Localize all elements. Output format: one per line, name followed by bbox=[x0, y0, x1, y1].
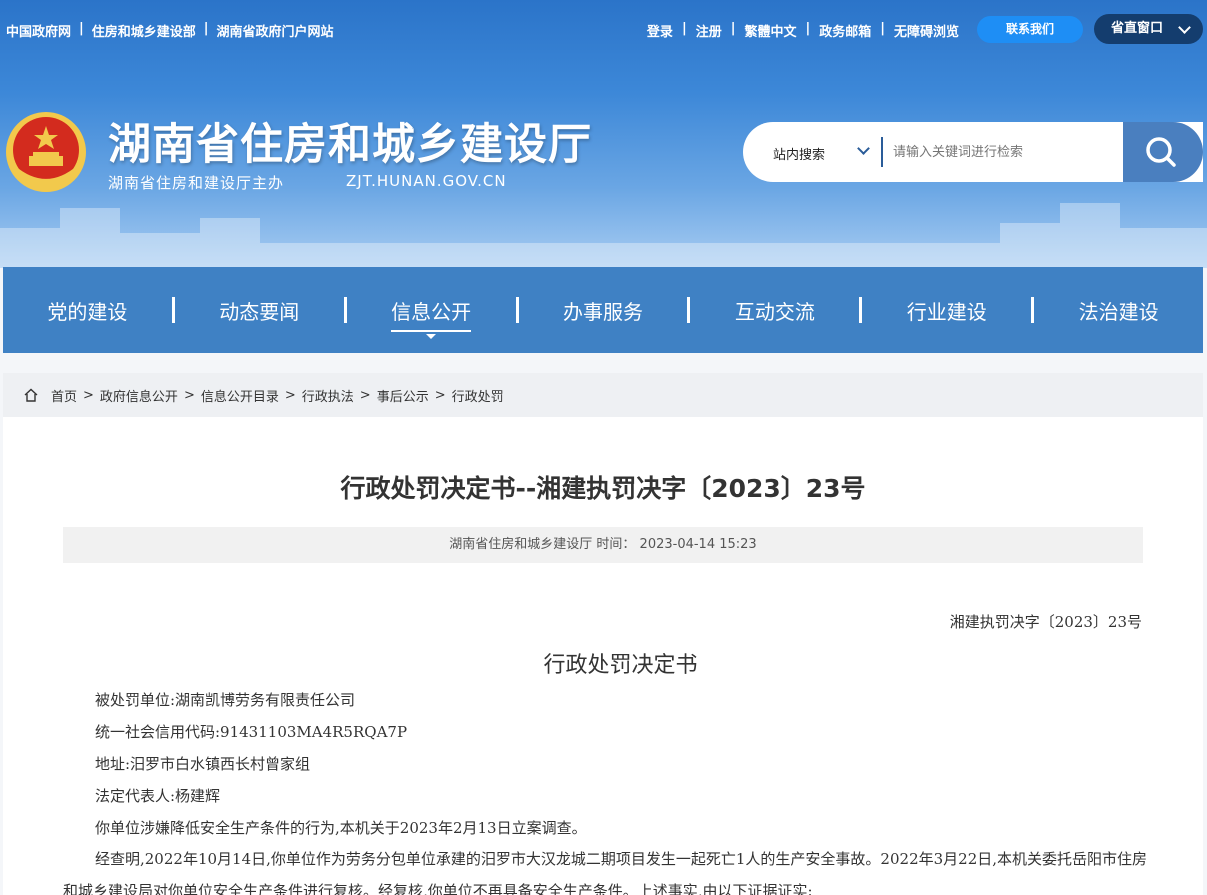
nav-label: 法治建设 bbox=[1078, 299, 1159, 324]
legal-representative: 法定代表人:杨建辉 bbox=[95, 787, 221, 805]
nav-label: 动态要闻 bbox=[219, 299, 300, 324]
breadcrumb-separator: > bbox=[284, 387, 296, 403]
separator: | bbox=[805, 21, 811, 36]
breadcrumb-separator: > bbox=[183, 387, 195, 403]
province-window-label: 省直窗口 bbox=[1111, 21, 1164, 36]
separator: | bbox=[880, 21, 885, 36]
nav-item-news[interactable]: 动态要闻 bbox=[175, 296, 344, 325]
site-title: 湖南省住房和城乡建设厅 bbox=[108, 120, 592, 170]
search-divider bbox=[881, 137, 883, 167]
top-left-links: 中国政府网 | 住房和城乡建设部 | 湖南省政府门户网站 bbox=[6, 21, 334, 40]
search-button[interactable] bbox=[1123, 122, 1203, 182]
breadcrumb-separator: > bbox=[359, 387, 371, 403]
breadcrumb-gov-info[interactable]: 政府信息公开 bbox=[100, 386, 178, 405]
credit-code: 统一社会信用代码:91431103MA4R5RQA7P bbox=[95, 723, 408, 741]
breadcrumb-info-catalog[interactable]: 信息公开目录 bbox=[201, 386, 279, 405]
site-subtitle: 湖南省住房和建设厅主办 bbox=[108, 174, 285, 192]
link-province-portal[interactable]: 湖南省政府门户网站 bbox=[217, 21, 334, 40]
top-right-links: 登录 | 注册 | 繁體中文 | 政务邮箱 | 无障碍浏览 bbox=[647, 21, 959, 40]
login-link[interactable]: 登录 bbox=[647, 21, 673, 40]
chevron-down-icon bbox=[1178, 21, 1191, 34]
punished-entity: 被处罚单位:湖南凯博劳务有限责任公司 bbox=[95, 691, 356, 709]
nav-label: 党的建设 bbox=[47, 299, 128, 324]
nav-item-party-building[interactable]: 党的建设 bbox=[3, 296, 172, 325]
home-icon[interactable] bbox=[23, 387, 39, 403]
traditional-chinese-link[interactable]: 繁體中文 bbox=[744, 21, 796, 40]
national-emblem-icon bbox=[6, 112, 86, 192]
chevron-down-icon[interactable] bbox=[857, 142, 870, 155]
nav-label: 信息公开 bbox=[391, 299, 472, 332]
breadcrumb: 首页 > 政府信息公开 > 信息公开目录 > 行政执法 > 事后公示 > 行政处罚 bbox=[3, 373, 1203, 417]
separator: | bbox=[730, 21, 736, 36]
breadcrumb-home[interactable]: 首页 bbox=[51, 386, 77, 405]
search-scope-select[interactable]: 站内搜索 bbox=[773, 144, 825, 163]
search-input[interactable] bbox=[893, 140, 1113, 164]
address: 地址:汨罗市白水镇西长村曾家组 bbox=[95, 755, 311, 773]
top-bar: 中国政府网 | 住房和城乡建设部 | 湖南省政府门户网站 登录 | 注册 | 繁… bbox=[0, 0, 1207, 60]
nav-label: 办事服务 bbox=[563, 299, 643, 324]
nav-item-interaction[interactable]: 互动交流 bbox=[690, 296, 859, 325]
separator: | bbox=[79, 21, 84, 36]
breadcrumb-post-publicity[interactable]: 事后公示 bbox=[377, 386, 429, 405]
document-number: 湘建执罚决字〔2023〕23号 bbox=[949, 613, 1142, 631]
case-opening: 你单位涉嫌降低安全生产条件的行为,本机关于2023年2月13日立案调查。 bbox=[95, 819, 587, 837]
breadcrumb-penalty[interactable]: 行政处罚 bbox=[452, 386, 504, 405]
accessibility-link[interactable]: 无障碍浏览 bbox=[894, 21, 959, 40]
header-banner: 中国政府网 | 住房和城乡建设部 | 湖南省政府门户网站 登录 | 注册 | 繁… bbox=[0, 0, 1207, 268]
search-icon bbox=[1146, 137, 1176, 167]
register-link[interactable]: 注册 bbox=[696, 21, 722, 40]
findings-paragraph: 经查明,2022年10月14日,你单位作为劳务分包单位承建的汨罗市大汉龙城二期项… bbox=[63, 850, 1148, 895]
main-nav: 党的建设 动态要闻 信息公开 办事服务 互动交流 行业建设 法治建设 bbox=[3, 267, 1203, 353]
nav-item-services[interactable]: 办事服务 bbox=[519, 296, 688, 325]
nav-item-info-disclosure[interactable]: 信息公开 bbox=[347, 296, 516, 339]
document-title: 行政处罚决定书 bbox=[543, 653, 698, 678]
separator: | bbox=[203, 21, 209, 36]
province-window-dropdown[interactable]: 省直窗口 bbox=[1094, 14, 1203, 44]
contact-us-button[interactable]: 联系我们 bbox=[977, 16, 1083, 43]
article-container: 行政处罚决定书--湘建执罚决字〔2023〕23号 湖南省住房和城乡建设厅 时间：… bbox=[3, 417, 1203, 895]
city-skyline-decoration bbox=[0, 203, 1207, 268]
link-ministry[interactable]: 住房和城乡建设部 bbox=[92, 21, 196, 40]
nav-item-industry[interactable]: 行业建设 bbox=[862, 296, 1031, 325]
gov-mail-link[interactable]: 政务邮箱 bbox=[819, 21, 871, 40]
nav-label: 互动交流 bbox=[734, 299, 815, 324]
nav-label: 行业建设 bbox=[906, 299, 987, 324]
link-gov-portal[interactable]: 中国政府网 bbox=[6, 21, 71, 40]
article-meta: 湖南省住房和城乡建设厅 时间： 2023-04-14 15:23 bbox=[63, 527, 1143, 563]
nav-item-rule-of-law[interactable]: 法治建设 bbox=[1034, 296, 1203, 325]
separator: | bbox=[681, 21, 687, 36]
breadcrumb-law-enforcement[interactable]: 行政执法 bbox=[302, 386, 354, 405]
breadcrumb-separator: > bbox=[434, 387, 446, 403]
breadcrumb-separator: > bbox=[83, 387, 94, 403]
site-domain: ZJT.HUNAN.GOV.CN bbox=[346, 172, 507, 190]
article-title: 行政处罚决定书--湘建执罚决字〔2023〕23号 bbox=[340, 474, 866, 503]
